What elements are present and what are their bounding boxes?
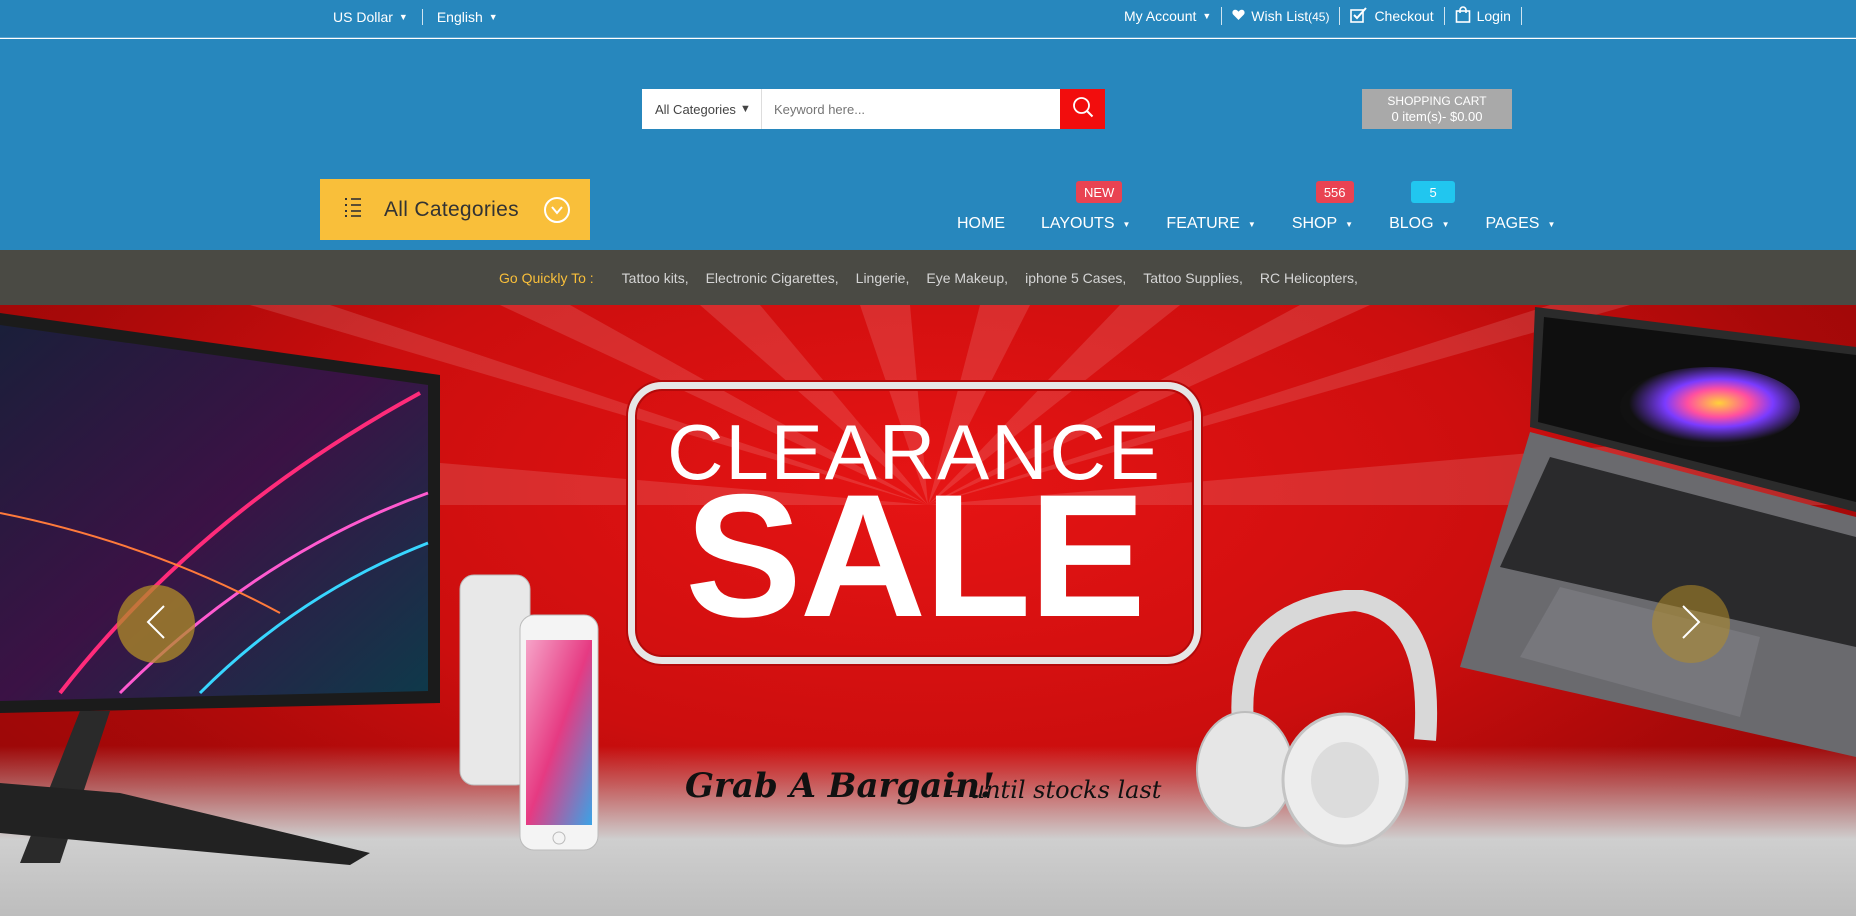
chevron-left-icon xyxy=(144,604,168,645)
cart-summary: 0 item(s)- $0.00 xyxy=(1391,109,1483,124)
nav-item-shop[interactable]: 556 SHOP ▼ xyxy=(1291,181,1354,233)
nav-label: SHOP xyxy=(1291,215,1338,232)
chevron-right-icon xyxy=(1679,604,1703,645)
my-account-label: My Account xyxy=(1124,8,1197,24)
nav-label: BLOG xyxy=(1389,215,1434,232)
chevron-down-icon: ▼ xyxy=(1202,11,1212,21)
phone-image xyxy=(459,574,599,851)
monitor-image xyxy=(0,313,440,865)
nav-label: HOME xyxy=(957,215,1005,232)
chevron-down-circle-icon xyxy=(544,197,570,223)
quick-links-label: Go Quickly To : xyxy=(499,270,594,286)
nav-item-feature[interactable]: FEATURE ▼ xyxy=(1166,215,1255,233)
header: All Categories ▼ SHOPPING CART 0 item(s)… xyxy=(0,39,1856,250)
count-badge: 556 xyxy=(1315,181,1354,203)
laptop-image xyxy=(1460,307,1856,757)
nav-item-layouts[interactable]: NEW LAYOUTS ▼ xyxy=(1041,181,1131,233)
cart-title: SHOPPING CART xyxy=(1387,94,1487,108)
checkout-label: Checkout xyxy=(1374,8,1434,24)
chevron-down-icon: ▼ xyxy=(1441,219,1450,229)
heart-icon xyxy=(1232,8,1245,24)
search-icon xyxy=(1072,96,1094,123)
wishlist-label: Wish List(45) xyxy=(1251,8,1330,24)
top-bar-right: My Account ▼ Wish List(45) Checkout Logi… xyxy=(1124,6,1522,26)
all-categories-button[interactable]: All Categories xyxy=(320,179,590,240)
chevron-down-icon: ▼ xyxy=(398,12,408,22)
chevron-down-icon: ▼ xyxy=(488,12,498,22)
count-badge: 5 xyxy=(1411,181,1456,203)
quick-link[interactable]: Tattoo kits, xyxy=(622,270,689,286)
chevron-down-icon: ▼ xyxy=(739,103,751,115)
search-category-select[interactable]: All Categories ▼ xyxy=(642,89,762,129)
currency-label: US Dollar xyxy=(333,9,393,25)
nav-item-home[interactable]: HOME xyxy=(957,215,1005,233)
quick-link[interactable]: Lingerie, xyxy=(856,270,910,286)
currency-selector[interactable]: US Dollar ▼ xyxy=(333,9,408,25)
slider-next-button[interactable] xyxy=(1652,585,1730,663)
quick-link[interactable]: Eye Makeup, xyxy=(926,270,1008,286)
shopping-cart-button[interactable]: SHOPPING CART 0 item(s)- $0.00 xyxy=(1362,89,1512,129)
hero-banner[interactable]: CLEARANCE SALE Grab A Bargain! – until s… xyxy=(0,305,1856,916)
chevron-down-icon: ▼ xyxy=(1547,219,1556,229)
search-category-label: All Categories xyxy=(655,101,736,117)
nav-label: PAGES xyxy=(1485,215,1540,232)
quick-links: Go Quickly To : Tattoo kits, Electronic … xyxy=(499,270,1375,286)
banner-tagline-sub: – until stocks last xyxy=(950,776,1162,804)
quick-links-bar: Go Quickly To : Tattoo kits, Electronic … xyxy=(0,250,1856,305)
language-selector[interactable]: English ▼ xyxy=(437,9,498,25)
language-label: English xyxy=(436,9,483,25)
chevron-down-icon: ▼ xyxy=(1247,219,1256,229)
main-nav: HOME NEW LAYOUTS ▼ FEATURE ▼ 556 SHOP ▼ … xyxy=(957,181,1591,233)
list-icon xyxy=(343,196,363,223)
bag-icon xyxy=(1455,6,1471,26)
sale-line2: SALE xyxy=(685,459,1146,654)
checkout-link[interactable]: Checkout xyxy=(1340,6,1445,26)
slider-prev-button[interactable] xyxy=(117,585,195,663)
search-button[interactable] xyxy=(1060,89,1105,129)
clearance-sale-sign: CLEARANCE SALE xyxy=(628,382,1201,664)
nav-label: FEATURE xyxy=(1166,215,1240,232)
quick-link[interactable]: Tattoo Supplies, xyxy=(1143,270,1243,286)
nav-label: LAYOUTS xyxy=(1041,215,1115,232)
chevron-down-icon: ▼ xyxy=(1345,219,1354,229)
banner-tagline: Grab A Bargain! xyxy=(685,766,995,806)
search-bar: All Categories ▼ xyxy=(642,89,1105,129)
quick-link[interactable]: RC Helicopters, xyxy=(1260,270,1358,286)
wishlist-link[interactable]: Wish List(45) xyxy=(1222,7,1341,25)
my-account-link[interactable]: My Account ▼ xyxy=(1124,7,1223,25)
quick-link[interactable]: iphone 5 Cases, xyxy=(1025,270,1126,286)
quick-link[interactable]: Electronic Cigarettes, xyxy=(706,270,839,286)
all-categories-label: All Categories xyxy=(384,197,519,221)
chevron-down-icon: ▼ xyxy=(1122,219,1131,229)
top-bar: US Dollar ▼ English ▼ My Account ▼ Wish … xyxy=(0,0,1856,38)
divider xyxy=(421,9,423,25)
checkbox-check-icon xyxy=(1350,6,1368,26)
nav-item-blog[interactable]: 5 BLOG ▼ xyxy=(1389,181,1456,233)
login-label: Login xyxy=(1476,8,1511,24)
new-badge: NEW xyxy=(1076,181,1123,203)
search-input[interactable] xyxy=(762,89,1060,129)
top-bar-left: US Dollar ▼ English ▼ xyxy=(333,9,498,25)
headphones-image xyxy=(1196,590,1438,848)
nav-item-pages[interactable]: PAGES ▼ xyxy=(1485,215,1555,233)
login-link[interactable]: Login xyxy=(1445,6,1522,26)
